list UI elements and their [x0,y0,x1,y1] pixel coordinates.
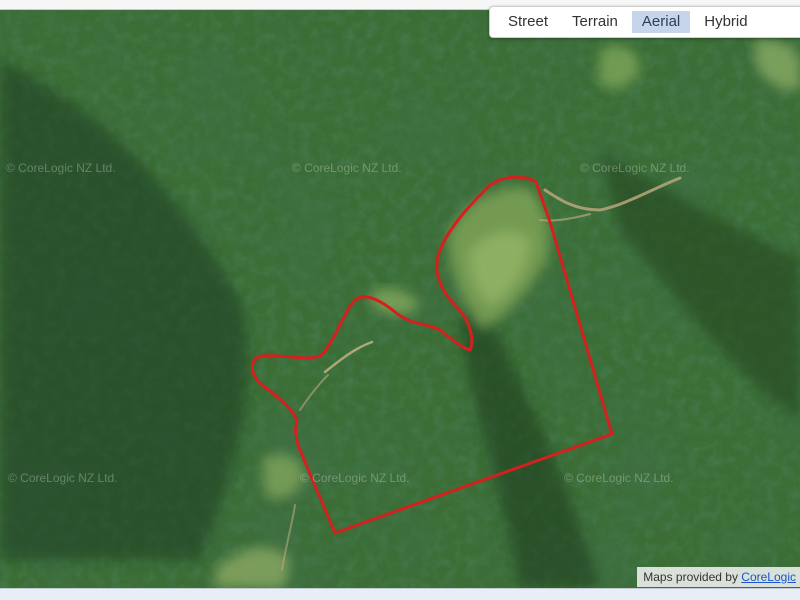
bottom-edge-bar [0,588,800,600]
aerial-map[interactable] [0,9,800,588]
map-attribution: Maps provided by CoreLogic [637,567,800,587]
map-type-terrain-button[interactable]: Terrain [562,11,628,33]
map-type-hybrid-button[interactable]: Hybrid [694,11,757,33]
map-viewport[interactable]: © CoreLogic NZ Ltd. © CoreLogic NZ Ltd. … [0,9,800,588]
map-type-selector: Street Terrain Aerial Hybrid [489,6,800,38]
attribution-link[interactable]: CoreLogic [741,570,796,584]
map-window: © CoreLogic NZ Ltd. © CoreLogic NZ Ltd. … [0,0,800,600]
map-type-street-button[interactable]: Street [498,11,558,33]
attribution-prefix: Maps provided by [643,570,742,584]
map-type-aerial-button[interactable]: Aerial [631,11,691,33]
